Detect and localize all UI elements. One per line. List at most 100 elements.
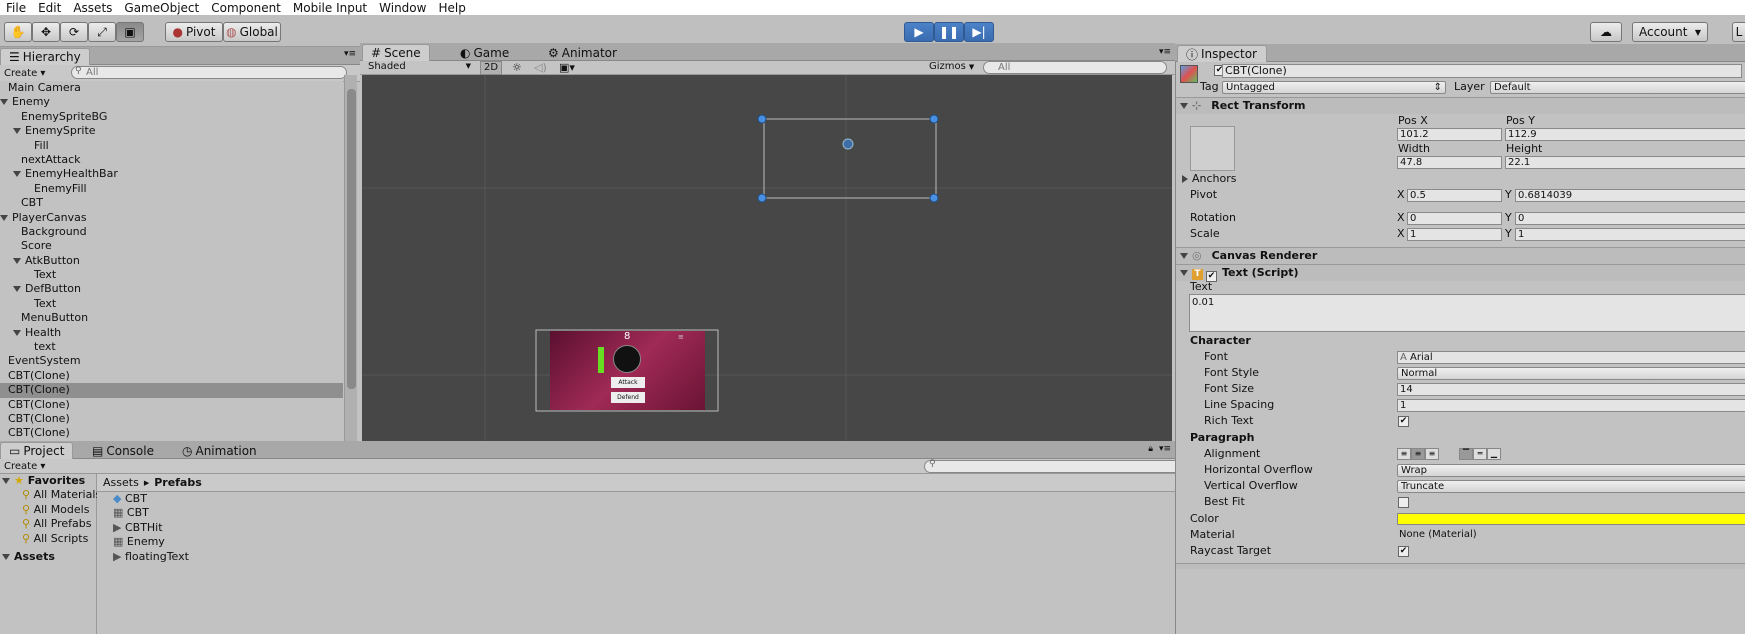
width-field[interactable]: 47.8 (1397, 156, 1502, 169)
hierarchy-item[interactable]: Enemy (0, 95, 343, 109)
text-script-header[interactable]: T ✔ Text (Script) (1176, 264, 1745, 282)
layers-dropdown[interactable]: L (1732, 22, 1745, 42)
scrollbar-thumb[interactable] (347, 89, 356, 389)
hierarchy-scrollbar[interactable] (344, 75, 357, 441)
hierarchy-item[interactable]: CBT(Clone) (0, 426, 343, 440)
pivot-handle[interactable] (842, 138, 854, 150)
move-tool-button[interactable]: ✥ (32, 22, 60, 42)
hierarchy-item[interactable]: PlayerCanvas (0, 211, 343, 225)
effects-icon[interactable]: ▣▾ (559, 61, 575, 74)
hierarchy-create-dropdown[interactable]: Create ▾ (0, 68, 45, 79)
tab-scene[interactable]: # Scene (362, 44, 430, 61)
hierarchy-item[interactable]: Background (0, 225, 343, 239)
breadcrumb-prefabs[interactable]: Prefabs (154, 476, 202, 489)
step-button[interactable]: ▶| (964, 22, 994, 42)
hierarchy-item[interactable]: Text (0, 268, 343, 282)
canvas-renderer-header[interactable]: ◎ Canvas Renderer (1176, 247, 1745, 264)
rect-handle-bottom-right[interactable] (929, 193, 939, 203)
align-left-button[interactable]: ≡ (1397, 448, 1411, 460)
pivot-y-field[interactable]: 0.6814039 (1515, 189, 1745, 202)
scale-tool-button[interactable]: ⤢ (88, 22, 116, 42)
pivot-toggle[interactable]: ● Pivot (165, 22, 223, 42)
layer-dropdown[interactable]: Default (1490, 81, 1745, 94)
align-right-button[interactable]: ≡ (1425, 448, 1439, 460)
hierarchy-item[interactable]: Text (0, 297, 343, 311)
height-field[interactable]: 22.1 (1505, 156, 1745, 169)
rect-transform-header[interactable]: ⊹ Rect Transform (1176, 97, 1745, 114)
posy-field[interactable]: 112.9 (1505, 128, 1745, 141)
hierarchy-item[interactable]: EnemyFill (0, 182, 343, 196)
tab-game[interactable]: ◐ Game (452, 44, 517, 61)
horizontal-overflow-dropdown[interactable]: Wrap (1397, 464, 1745, 477)
align-bottom-button[interactable]: ▁ (1487, 448, 1501, 460)
expand-arrow-icon[interactable] (13, 329, 21, 336)
font-size-field[interactable]: 14 (1397, 383, 1745, 396)
hierarchy-item[interactable]: EnemyHealthBar (0, 167, 343, 181)
favorites-header[interactable]: ★ Favorites (0, 474, 96, 488)
lock-icon[interactable]: 🔒︎ (1148, 444, 1153, 454)
play-button[interactable]: ▶ (904, 22, 934, 42)
menu-mobile-input[interactable]: Mobile Input (287, 1, 373, 15)
panel-menu-icon[interactable]: ▾≡ (1159, 444, 1171, 454)
shading-dropdown[interactable]: Shaded ▼ (365, 61, 473, 74)
vertical-overflow-dropdown[interactable]: Truncate (1397, 480, 1745, 493)
project-create-dropdown[interactable]: Create ▾ (0, 461, 45, 472)
anchor-presets-button[interactable] (1190, 126, 1235, 171)
pivot-x-field[interactable]: 0.5 (1407, 189, 1502, 202)
hierarchy-search-input[interactable]: All (71, 66, 347, 79)
rect-handle-top-right[interactable] (929, 114, 939, 124)
anchors-foldout[interactable]: Anchors (1182, 172, 1237, 185)
font-field[interactable]: A Arial (1397, 351, 1745, 364)
tab-animator[interactable]: ⚙ Animator (540, 44, 625, 61)
tab-animation[interactable]: ◷ Animation (174, 442, 265, 459)
gizmos-dropdown[interactable]: Gizmos ▼ (926, 61, 978, 74)
scene-view[interactable]: 8 ≡ Attack Defend (362, 75, 1172, 441)
line-spacing-field[interactable]: 1 (1397, 399, 1745, 412)
favorite-item[interactable]: ⚲ All Models (0, 503, 96, 517)
favorite-item[interactable]: ⚲ All Scripts (0, 532, 96, 546)
tab-inspector[interactable]: ⓘ Inspector (1177, 45, 1267, 62)
menu-component[interactable]: Component (205, 1, 287, 15)
hierarchy-item[interactable]: text (0, 340, 343, 354)
account-dropdown[interactable]: Account ▼ (1632, 22, 1708, 42)
menu-file[interactable]: File (0, 1, 32, 15)
menu-edit[interactable]: Edit (32, 1, 67, 15)
object-name-field[interactable]: CBT(Clone) (1222, 64, 1742, 78)
hierarchy-item[interactable]: CBT(Clone) (0, 383, 343, 398)
rect-handle-bottom-left[interactable] (757, 193, 767, 203)
rect-handle-top-left[interactable] (757, 114, 767, 124)
hierarchy-item[interactable]: CBT (0, 196, 343, 210)
font-style-dropdown[interactable]: Normal (1397, 367, 1745, 380)
hierarchy-item[interactable]: CBT(Clone) (0, 398, 343, 412)
assets-header[interactable]: Assets (0, 550, 96, 564)
scene-search-input[interactable]: All (983, 61, 1167, 74)
menu-help[interactable]: Help (432, 1, 471, 15)
expand-arrow-icon[interactable] (13, 128, 21, 135)
scale-y-field[interactable]: 1 (1515, 228, 1745, 241)
hierarchy-item[interactable]: EventSystem (0, 354, 343, 368)
rich-text-checkbox[interactable]: ✔ (1398, 416, 1409, 427)
lighting-icon[interactable]: ☼ (512, 61, 522, 74)
align-middle-button[interactable]: ═ (1473, 448, 1487, 460)
hierarchy-item[interactable]: Fill (0, 139, 343, 153)
rect-tool-button[interactable]: ▣ (116, 22, 144, 42)
expand-arrow-icon[interactable] (13, 286, 21, 293)
file-item[interactable]: ◆ CBT (113, 492, 1173, 506)
hierarchy-item[interactable]: CBT(Clone) (0, 412, 343, 426)
hierarchy-item[interactable]: MenuButton (0, 311, 343, 325)
file-item[interactable]: ▦ Enemy (113, 535, 1173, 549)
rotation-y-field[interactable]: 0 (1515, 212, 1745, 225)
align-center-button[interactable]: ≡ (1411, 448, 1425, 460)
global-toggle[interactable]: ◍ Global (223, 22, 281, 42)
menu-assets[interactable]: Assets (67, 1, 118, 15)
hierarchy-item[interactable]: nextAttack (0, 153, 343, 167)
text-area[interactable]: 0.01 (1189, 294, 1745, 332)
material-field[interactable]: None (Material) (1397, 529, 1745, 542)
cloud-button[interactable]: ☁ (1590, 22, 1622, 42)
raycast-target-checkbox[interactable]: ✔ (1398, 546, 1409, 557)
expand-arrow-icon[interactable] (0, 99, 8, 106)
file-item[interactable]: ▦ CBT (113, 506, 1173, 520)
color-swatch[interactable] (1397, 513, 1745, 525)
tab-hierarchy[interactable]: ☰ Hierarchy (0, 48, 90, 65)
tag-dropdown[interactable]: Untagged ⇕ (1222, 81, 1446, 94)
